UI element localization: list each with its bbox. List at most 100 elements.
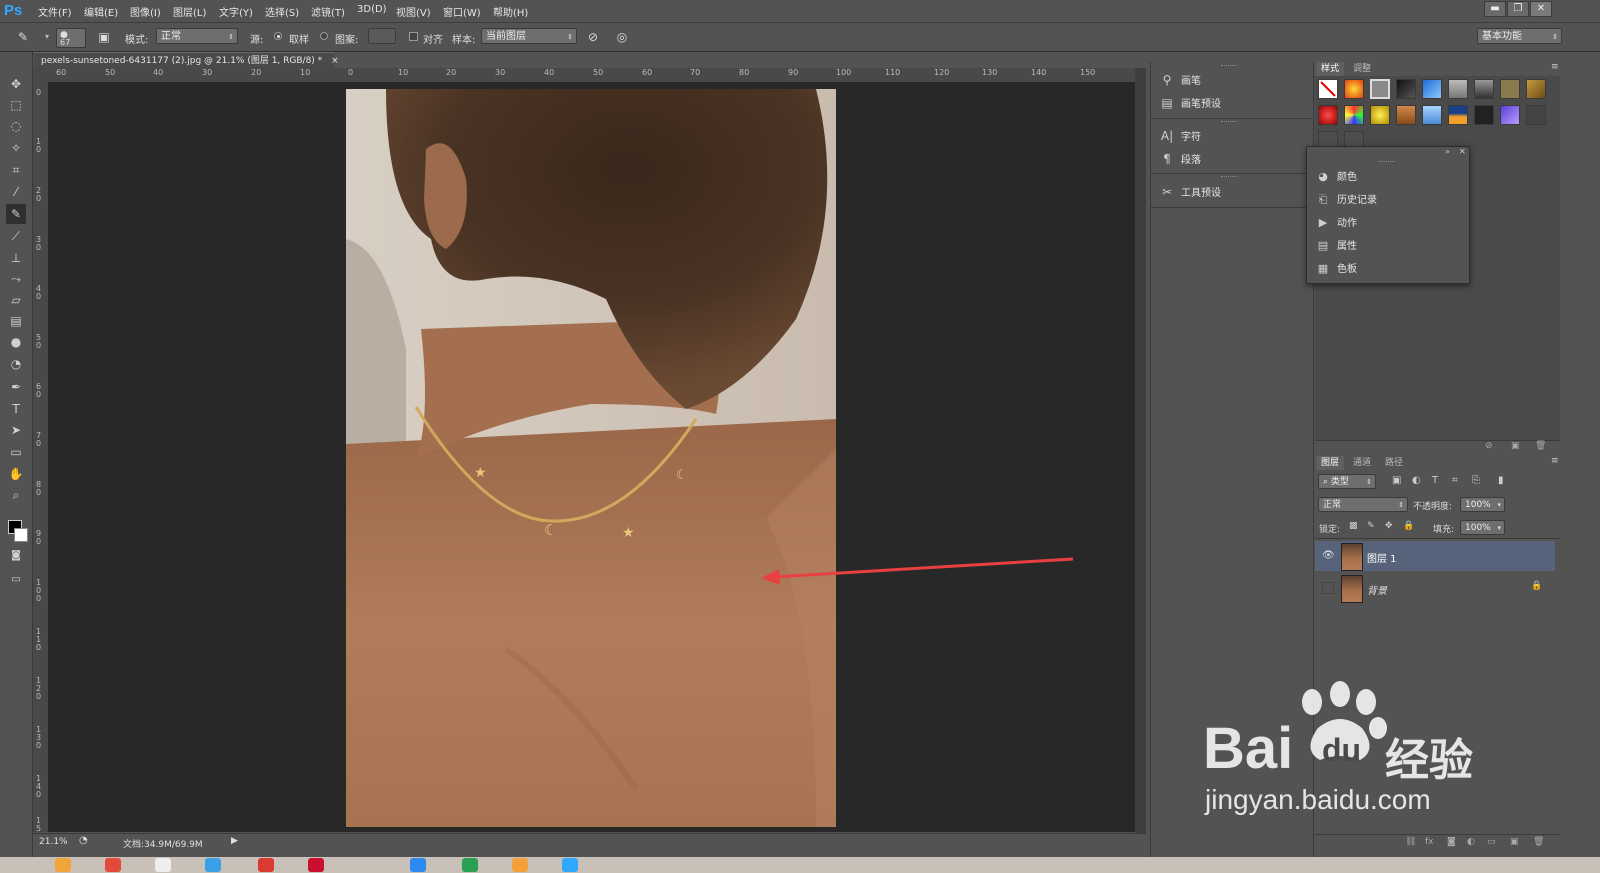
style-swatch[interactable] — [1318, 79, 1338, 99]
sample-select[interactable]: 当前图层 ⇕ — [481, 28, 577, 44]
status-menu-arrow-icon[interactable]: ▶ — [231, 836, 238, 846]
dock-tool-presets[interactable]: ✂ 工具预设 — [1159, 182, 1309, 202]
dock-brush-presets[interactable]: ▤ 画笔预设 — [1159, 93, 1309, 113]
taskbar-app-icon[interactable] — [105, 858, 121, 872]
style-swatch[interactable] — [1526, 105, 1546, 125]
tab-channels[interactable]: 通道 — [1348, 456, 1376, 470]
taskbar-app-icon[interactable] — [155, 858, 171, 872]
background-color-swatch[interactable] — [14, 528, 28, 542]
mode-select[interactable]: 正常 ⇕ — [156, 28, 238, 44]
hand-tool-icon[interactable]: ✋ — [6, 464, 26, 484]
dock-brush[interactable]: ⚲ 画笔 — [1159, 70, 1309, 90]
dock-grip[interactable] — [1221, 176, 1237, 179]
menu-view[interactable]: 视图(V) — [396, 4, 431, 19]
tab-styles[interactable]: 样式 — [1316, 62, 1345, 76]
quick-mask-icon[interactable]: ◙ — [6, 546, 26, 566]
layer-name[interactable]: 图层 1 — [1367, 550, 1397, 565]
filter-adjustment-icon[interactable]: ◐ — [1412, 475, 1421, 486]
new-layer-icon[interactable]: ▣ — [1510, 837, 1519, 847]
panel-properties[interactable]: ▤ 属性 — [1315, 236, 1465, 256]
zoom-tool-icon[interactable]: ⌕ — [6, 485, 26, 505]
dock-character[interactable]: A| 字符 — [1159, 126, 1309, 146]
shape-tool-icon[interactable]: ▭ — [6, 442, 26, 462]
share-icon[interactable]: ◔ — [79, 835, 88, 846]
healing-brush-tool-icon[interactable]: ✎ — [14, 28, 32, 46]
dock-paragraph[interactable]: ¶ 段落 — [1159, 149, 1309, 169]
panel-history[interactable]: ⎗ 历史记录 — [1315, 190, 1465, 210]
panel-menu-icon[interactable]: ≡ — [1551, 62, 1559, 72]
style-swatch[interactable] — [1422, 79, 1442, 99]
ruler-origin[interactable] — [33, 68, 48, 82]
lock-transparency-icon[interactable]: ▩ — [1349, 521, 1358, 531]
layer-name[interactable]: 背景 — [1367, 582, 1387, 597]
screen-mode-icon[interactable]: ▭ — [6, 570, 26, 590]
menu-image[interactable]: 图像(I) — [130, 4, 161, 19]
document-tab[interactable]: pexels-sunsetoned-6431177 (2).jpg @ 21.1… — [34, 52, 339, 68]
clone-stamp-tool-icon[interactable]: ⊥ — [6, 248, 26, 268]
zoom-level[interactable]: 21.1% — [39, 837, 68, 847]
adjustment-layer-icon[interactable]: ◐ — [1467, 837, 1475, 847]
tab-adjustments[interactable]: 调整 — [1348, 62, 1376, 76]
layer-filter-select[interactable]: ⌕ 类型 ⇕ — [1318, 474, 1376, 489]
menu-edit[interactable]: 编辑(E) — [84, 4, 118, 19]
tab-layers[interactable]: 图层 — [1316, 456, 1345, 470]
menu-filter[interactable]: 滤镜(T) — [311, 4, 345, 19]
crop-tool-icon[interactable]: ⌗ — [6, 160, 26, 180]
style-swatch[interactable] — [1448, 79, 1468, 99]
marquee-tool-icon[interactable]: ⬚ — [6, 95, 26, 115]
gradient-tool-icon[interactable]: ▤ — [6, 311, 26, 331]
filter-toggle-icon[interactable]: ▮ — [1498, 475, 1504, 486]
tab-paths[interactable]: 路径 — [1380, 456, 1408, 470]
taskbar-app-icon[interactable] — [562, 858, 578, 872]
collapse-panel-icon[interactable]: » — [1445, 147, 1450, 156]
path-select-tool-icon[interactable]: ➤ — [6, 420, 26, 440]
style-swatch[interactable] — [1500, 79, 1520, 99]
source-sampled-radio[interactable] — [274, 32, 282, 40]
delete-layer-icon[interactable]: 🗑 — [1533, 837, 1544, 847]
tool-preset-dropdown-icon[interactable]: ▾ — [38, 28, 56, 46]
taskbar-app-icon[interactable] — [55, 858, 71, 872]
source-pattern-radio[interactable] — [320, 32, 328, 40]
blend-mode-select[interactable]: 正常 ⇕ — [1318, 497, 1408, 512]
move-tool-icon[interactable]: ✥ — [6, 74, 26, 94]
close-panel-icon[interactable]: ✕ — [1459, 147, 1466, 156]
close-tab-icon[interactable]: × — [331, 56, 339, 66]
close-window-button[interactable]: ✕ — [1530, 1, 1552, 17]
type-tool-icon[interactable]: T — [6, 399, 26, 419]
dodge-tool-icon[interactable]: ◔ — [6, 354, 26, 374]
style-swatch[interactable] — [1422, 105, 1442, 125]
pattern-picker[interactable] — [368, 28, 396, 44]
clone-source-panel-icon[interactable]: ▣ — [95, 28, 113, 46]
taskbar-app-icon[interactable] — [205, 858, 221, 872]
eraser-tool-icon[interactable]: ▱ — [6, 290, 26, 310]
brush-tool-icon[interactable]: ⟋ — [6, 226, 26, 246]
dock-grip[interactable] — [1221, 65, 1237, 68]
document-image[interactable]: ★ ★ ☾ ☾ — [346, 89, 836, 827]
new-style-icon[interactable]: ▣ — [1511, 441, 1520, 451]
lock-all-icon[interactable]: 🔒 — [1403, 521, 1414, 531]
blur-tool-icon[interactable]: ● — [6, 332, 26, 352]
workspace-select[interactable]: 基本功能 ⇕ — [1477, 28, 1562, 44]
filter-pixel-icon[interactable]: ▣ — [1392, 475, 1401, 486]
panel-menu-icon[interactable]: ≡ — [1551, 456, 1559, 466]
link-layers-icon[interactable]: ⛓ — [1405, 837, 1416, 847]
minimize-button[interactable]: ▬ — [1484, 1, 1506, 17]
eye-icon[interactable]: 👁 — [1322, 550, 1335, 562]
layer-row[interactable]: 背景 🔒 — [1315, 573, 1555, 603]
panel-grip[interactable] — [1379, 161, 1395, 164]
style-swatch[interactable] — [1448, 105, 1468, 125]
style-swatch[interactable] — [1318, 105, 1338, 125]
filter-smart-object-icon[interactable]: ⎘ — [1472, 475, 1480, 486]
style-swatch[interactable] — [1474, 79, 1494, 99]
style-swatch[interactable] — [1526, 79, 1546, 99]
add-mask-icon[interactable]: ◙ — [1447, 837, 1456, 847]
panel-actions[interactable]: ▶ 动作 — [1315, 213, 1465, 233]
opacity-field[interactable]: 100% ▾ — [1460, 497, 1505, 512]
menu-layer[interactable]: 图层(L) — [173, 4, 206, 19]
menu-select[interactable]: 选择(S) — [265, 4, 299, 19]
menu-type[interactable]: 文字(Y) — [219, 4, 253, 19]
dock-grip[interactable] — [1221, 121, 1237, 124]
ignore-adjustment-layers-icon[interactable]: ⊘ — [584, 28, 602, 46]
style-swatch[interactable] — [1344, 105, 1364, 125]
panel-swatches[interactable]: ▦ 色板 — [1315, 259, 1465, 279]
